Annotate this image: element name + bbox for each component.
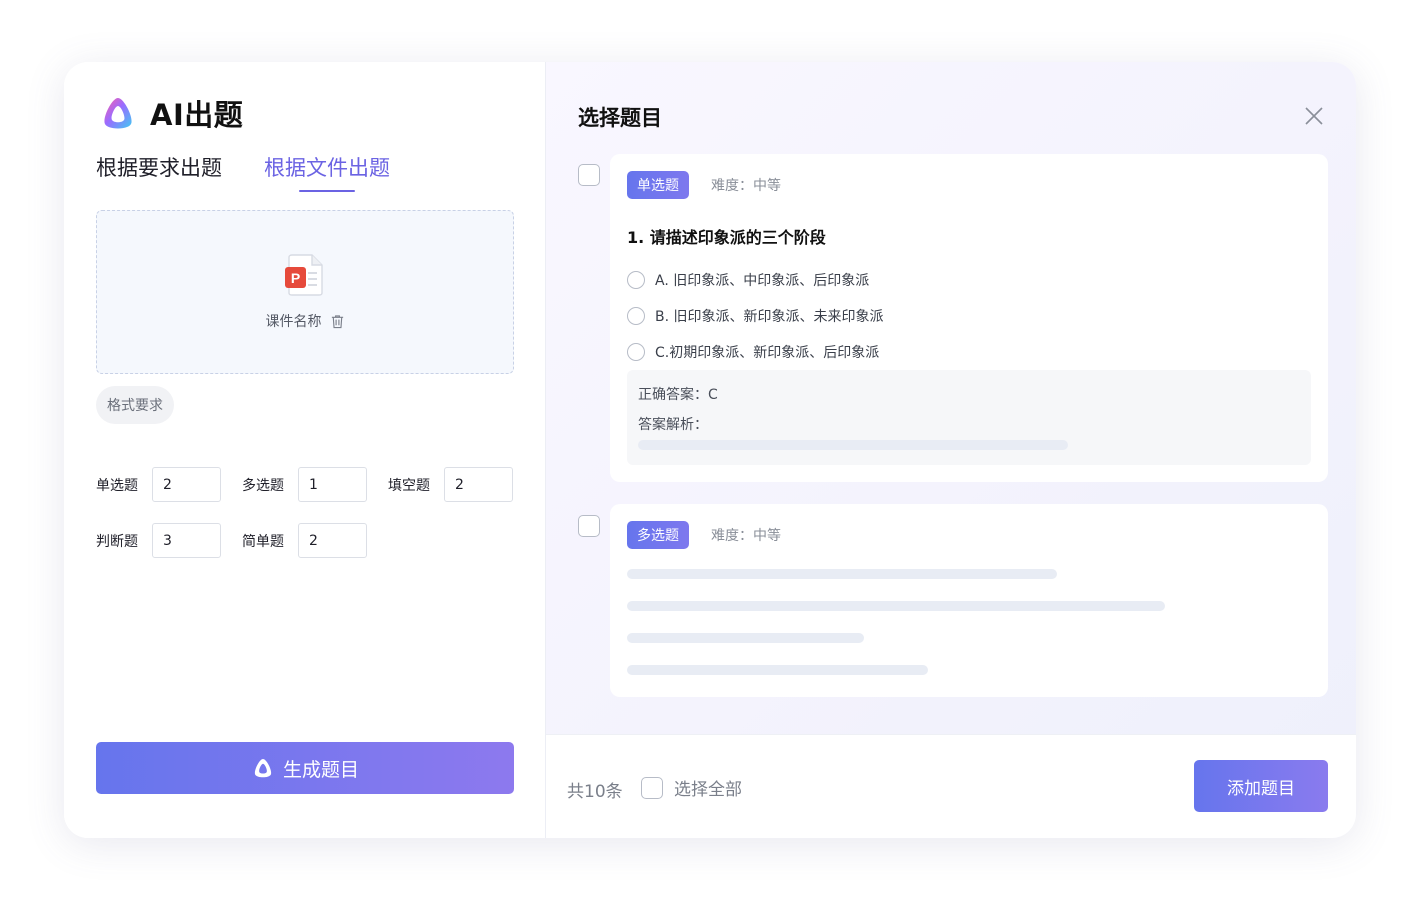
content-placeholder [627, 665, 928, 675]
option-b[interactable]: B. 旧印象派、新印象派、未来印象派 [627, 298, 884, 334]
question-2-checkbox[interactable] [578, 515, 600, 537]
question-header: 单选题 难度：中等 [627, 171, 781, 199]
option-a[interactable]: A. 旧印象派、中印象派、后印象派 [627, 262, 884, 298]
qty-label: 判断题 [96, 533, 138, 550]
qty-fill-blank-input[interactable]: 2 [444, 467, 513, 502]
question-card-2: 多选题 难度：中等 [610, 504, 1328, 697]
select-all-checkbox[interactable] [641, 776, 663, 799]
analysis-placeholder [638, 440, 1068, 450]
qty-label: 多选题 [242, 477, 284, 494]
question-text: 1. 请描述印象派的三个阶段 [627, 228, 826, 247]
right-panel: 选择题目 单选题 难度：中等 1. 请描述印象派的三个阶段 A. 旧印象派、中印… [546, 62, 1356, 838]
total-count: 共10条 [567, 782, 623, 802]
qty-short-answer-input[interactable]: 2 [298, 523, 367, 558]
select-all-label: 选择全部 [674, 780, 742, 800]
difficulty-label: 难度：中等 [711, 528, 781, 544]
qty-true-false-input[interactable]: 3 [152, 523, 221, 558]
format-requirements-chip[interactable]: 格式要求 [96, 386, 174, 424]
qty-label: 单选题 [96, 477, 138, 494]
tab-by-requirements[interactable]: 根据要求出题 [96, 152, 222, 192]
qty-true-false: 判断题 3 [96, 523, 242, 558]
qty-multiple-choice: 多选题 1 [242, 467, 388, 502]
option-list: A. 旧印象派、中印象派、后印象派 B. 旧印象派、新印象派、未来印象派 C.初… [627, 262, 884, 370]
question-1-checkbox[interactable] [578, 164, 600, 186]
option-label: B. 旧印象派、新印象派、未来印象派 [655, 309, 884, 325]
tab-by-file[interactable]: 根据文件出题 [264, 152, 390, 192]
radio-button[interactable] [627, 343, 645, 361]
option-label: C.初期印象派、新印象派、后印象派 [655, 345, 880, 361]
content-placeholder [627, 601, 1165, 611]
question-quantity-form: 单选题 2 多选题 1 填空题 2 判断题 3 简单题 2 [96, 467, 534, 579]
question-type-badge: 单选题 [627, 171, 689, 199]
radio-button[interactable] [627, 271, 645, 289]
ai-question-dialog: AI出题 根据要求出题 根据文件出题 P 课件名称 格式要求 单选题 2 多选题… [64, 62, 1356, 838]
panel-footer: 共10条 选择全部 添加题目 [546, 734, 1356, 838]
ppt-icon-letter: P [291, 270, 300, 286]
qty-multiple-choice-input[interactable]: 1 [298, 467, 367, 502]
add-questions-button[interactable]: 添加题目 [1194, 760, 1328, 812]
uploaded-file: 课件名称 [266, 311, 345, 331]
ai-logo-icon [104, 98, 132, 129]
file-upload-area[interactable]: P 课件名称 [96, 210, 514, 374]
difficulty-label: 难度：中等 [711, 178, 781, 194]
generate-button-label: 生成题目 [282, 758, 359, 781]
qty-label: 填空题 [388, 477, 430, 494]
content-placeholder [627, 633, 864, 643]
file-name: 课件名称 [265, 314, 322, 330]
qty-single-choice: 单选题 2 [96, 467, 242, 502]
option-label: A. 旧印象派、中印象派、后印象派 [655, 273, 870, 289]
select-all-toggle[interactable]: 选择全部 [641, 775, 742, 800]
app-title: AI出题 [150, 98, 244, 132]
radio-button[interactable] [627, 307, 645, 325]
option-c[interactable]: C.初期印象派、新印象派、后印象派 [627, 334, 884, 370]
mode-tabs: 根据要求出题 根据文件出题 [96, 152, 390, 192]
trash-icon[interactable] [330, 314, 345, 329]
question-type-badge: 多选题 [627, 521, 689, 549]
content-placeholder [627, 569, 1057, 579]
panel-title: 选择题目 [578, 106, 662, 130]
generate-questions-button[interactable]: 生成题目 [96, 742, 514, 794]
left-panel: AI出题 根据要求出题 根据文件出题 P 课件名称 格式要求 单选题 2 多选题… [64, 62, 546, 838]
question-header: 多选题 难度：中等 [627, 521, 781, 549]
answer-analysis-label: 答案解析： [638, 417, 708, 433]
qty-row: 判断题 3 简单题 2 [96, 523, 534, 558]
close-icon[interactable] [1302, 104, 1326, 128]
qty-label: 简单题 [242, 533, 284, 550]
ppt-file-icon: P [285, 254, 323, 296]
correct-answer: 正确答案：C [638, 387, 718, 403]
answer-box: 正确答案：C 答案解析： [627, 370, 1311, 465]
ai-logo-icon [254, 759, 272, 778]
question-card-1: 单选题 难度：中等 1. 请描述印象派的三个阶段 A. 旧印象派、中印象派、后印… [610, 154, 1328, 482]
brand: AI出题 [98, 92, 243, 134]
qty-fill-blank: 填空题 2 [388, 467, 534, 502]
qty-row: 单选题 2 多选题 1 填空题 2 [96, 467, 534, 502]
qty-short-answer: 简单题 2 [242, 523, 388, 558]
qty-single-choice-input[interactable]: 2 [152, 467, 221, 502]
